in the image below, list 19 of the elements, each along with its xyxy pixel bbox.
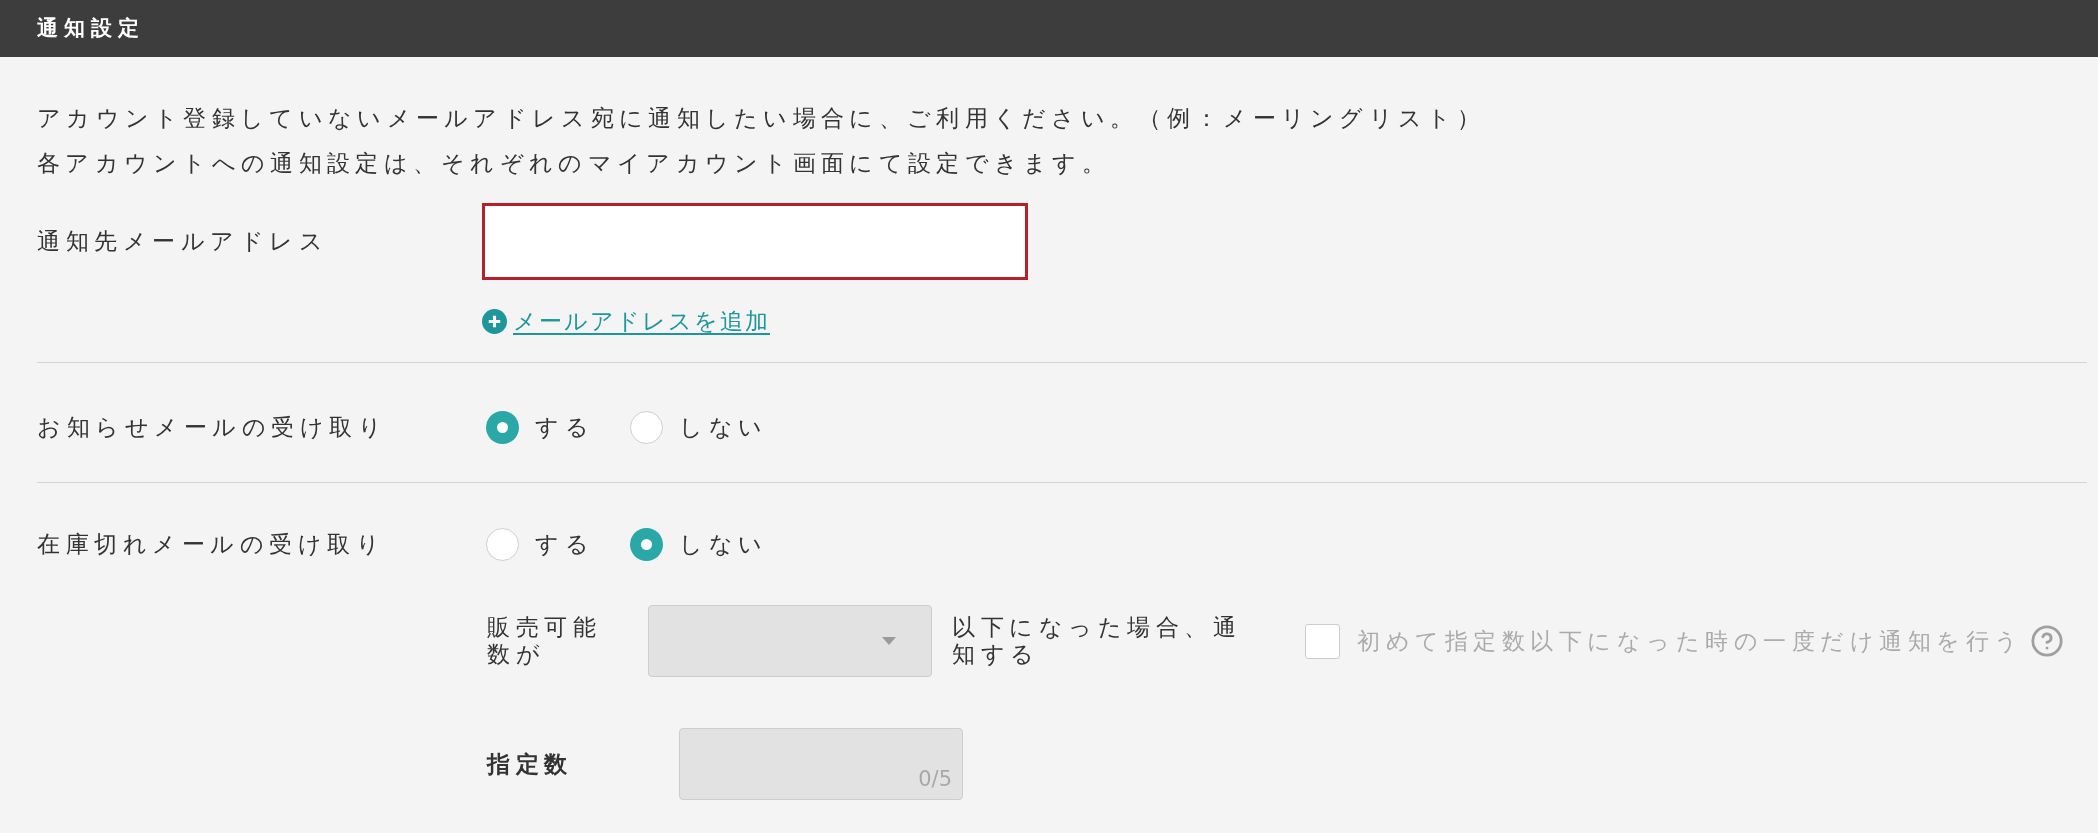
- intro-text: アカウント登録していないメールアドレス宛に通知したい場合に、ご利用ください。（例：メーリングリスト）: [37, 104, 1486, 133]
- setting-label: お知らせメールの受け取り: [37, 413, 388, 443]
- radio-option[interactable]: する: [486, 528, 594, 561]
- section-title: 通知設定: [37, 14, 145, 42]
- character-counter: 0/5: [918, 766, 952, 792]
- email-input[interactable]: [482, 203, 1028, 280]
- radio-option[interactable]: しない: [630, 411, 768, 444]
- intro-text: 各アカウントへの通知設定は、それぞれのマイアカウント画面にて設定できます。: [37, 149, 1112, 178]
- field-label: 通知先メールアドレス: [37, 227, 329, 257]
- count-label: 指定数: [487, 749, 574, 779]
- threshold-prefix: 販売可能数が: [487, 614, 602, 668]
- caret-down-icon: [882, 637, 896, 645]
- plus-circle-icon: [482, 308, 507, 334]
- radio-option[interactable]: する: [486, 411, 594, 444]
- radio-option[interactable]: しない: [630, 528, 768, 561]
- threshold-suffix: 以下になった場合、通知する: [952, 614, 1242, 668]
- setting-label: 在庫切れメールの受け取り: [37, 530, 386, 560]
- checkbox-label: 初めて指定数以下になった時の一度だけ通知を行う: [1357, 626, 2024, 656]
- help-icon[interactable]: [2029, 624, 2064, 658]
